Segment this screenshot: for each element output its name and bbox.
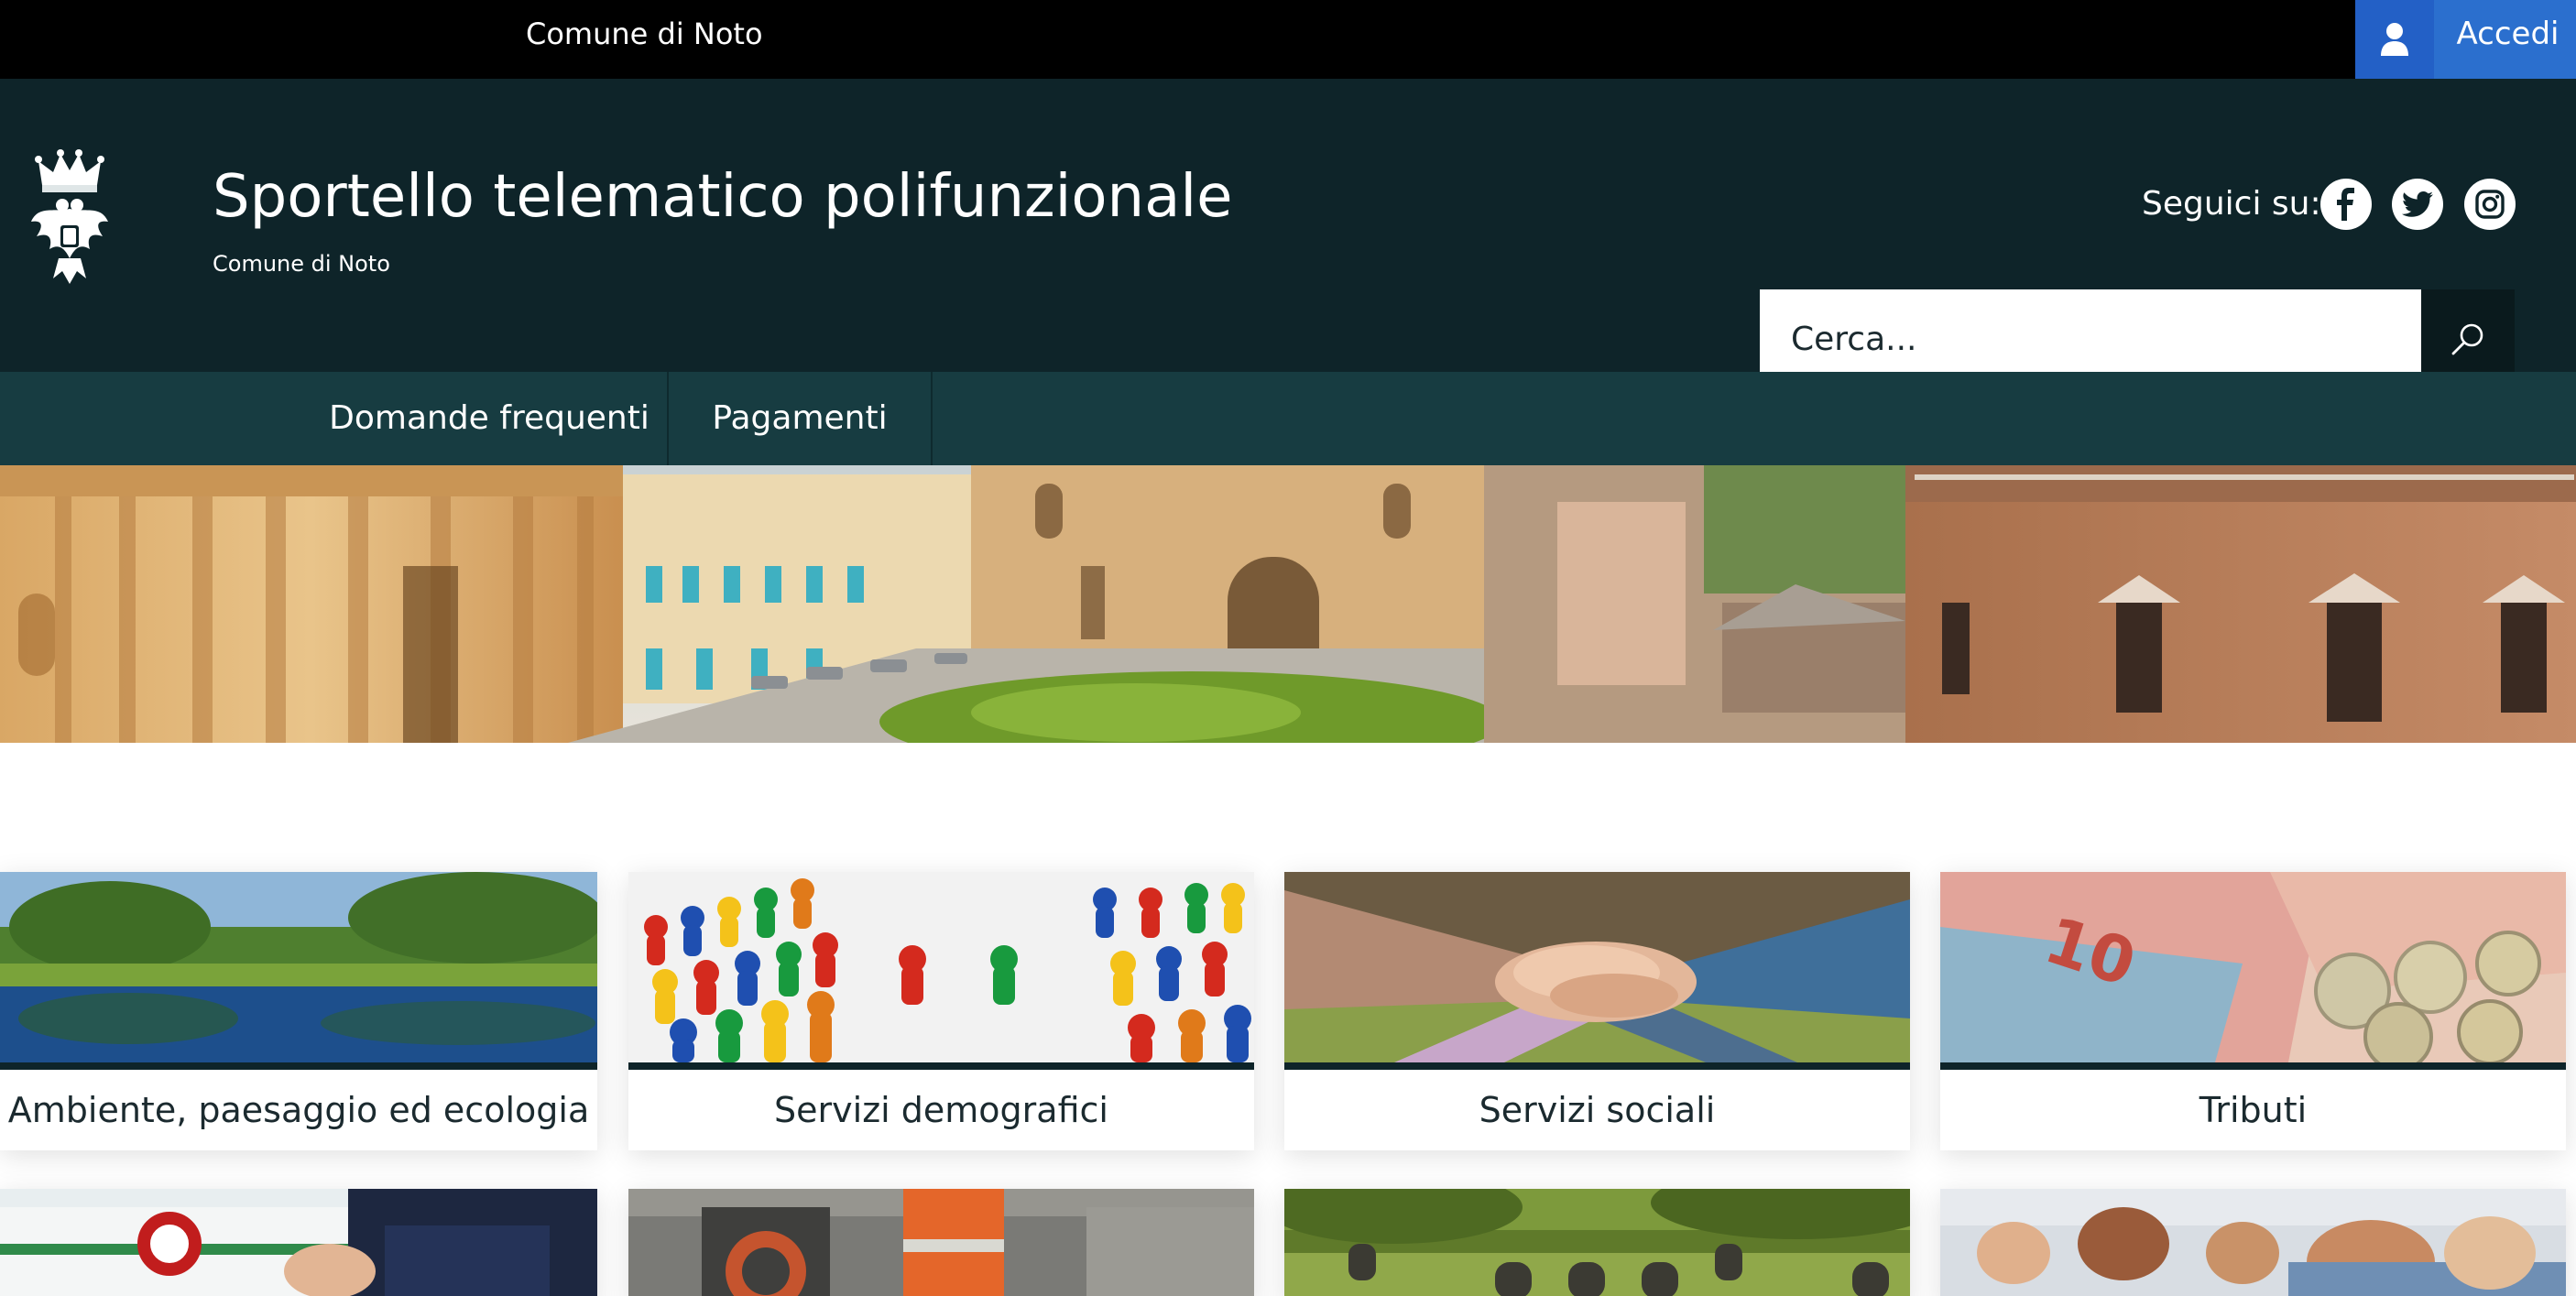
- nav-item-payments[interactable]: Pagamenti: [669, 372, 931, 465]
- category-card-cemetery[interactable]: [1284, 1189, 1910, 1296]
- category-card-education[interactable]: [1940, 1189, 2566, 1296]
- site-header: Sportello telematico polifunzionale Comu…: [0, 79, 2576, 388]
- coat-of-arms-logo[interactable]: [26, 148, 114, 288]
- nav-divider: [931, 372, 933, 465]
- instagram-icon: [2475, 190, 2505, 219]
- category-image-social-services: [1284, 872, 1910, 1062]
- nav-item-faq[interactable]: Domande frequenti: [311, 372, 667, 465]
- category-label: Ambiente, paesaggio ed ecologia: [7, 1090, 590, 1130]
- card-accent-bar: [1940, 1062, 2566, 1070]
- entity-name-link[interactable]: Comune di Noto: [526, 0, 763, 79]
- main-navigation: Domande frequenti Pagamenti: [0, 372, 2576, 465]
- site-subtitle: Comune di Noto: [213, 251, 390, 277]
- card-accent-bar: [1284, 1062, 1910, 1070]
- category-image-taxes: 10: [1940, 872, 2566, 1062]
- hero-banner-image: [0, 465, 2576, 743]
- category-label: Servizi demografici: [774, 1090, 1108, 1130]
- instagram-link[interactable]: [2464, 179, 2516, 230]
- site-title[interactable]: Sportello telematico polifunzionale: [213, 163, 1232, 231]
- card-accent-bar: [628, 1062, 1254, 1070]
- category-card-environment[interactable]: Ambiente, paesaggio ed ecologia: [0, 872, 597, 1150]
- search-icon: [2451, 323, 2483, 355]
- category-card-police[interactable]: [0, 1189, 597, 1296]
- facebook-icon: [2337, 188, 2354, 221]
- category-image-education: [1940, 1189, 2566, 1296]
- top-bar: Comune di Noto Accedi: [0, 0, 2576, 79]
- category-image-police: [0, 1189, 597, 1296]
- category-image-demographics: [628, 872, 1254, 1062]
- twitter-icon: [2402, 191, 2433, 217]
- category-image-cemetery: [1284, 1189, 1910, 1296]
- category-card-public-works[interactable]: [628, 1189, 1254, 1296]
- category-card-taxes[interactable]: 10 Tributi: [1940, 872, 2566, 1150]
- card-accent-bar: [0, 1062, 597, 1070]
- follow-us-label: Seguici su:: [2142, 185, 2321, 223]
- category-label: Tributi: [2199, 1090, 2308, 1130]
- login-button[interactable]: Accedi: [2355, 0, 2576, 79]
- category-image-environment: [0, 872, 597, 1062]
- user-icon: [2355, 0, 2434, 79]
- twitter-link[interactable]: [2392, 179, 2443, 230]
- category-image-public-works: [628, 1189, 1254, 1296]
- facebook-link[interactable]: [2320, 179, 2372, 230]
- login-label: Accedi: [2456, 16, 2560, 52]
- category-card-demographics[interactable]: Servizi demografici: [628, 872, 1254, 1150]
- category-label: Servizi sociali: [1479, 1090, 1716, 1130]
- category-card-social-services[interactable]: Servizi sociali: [1284, 872, 1910, 1150]
